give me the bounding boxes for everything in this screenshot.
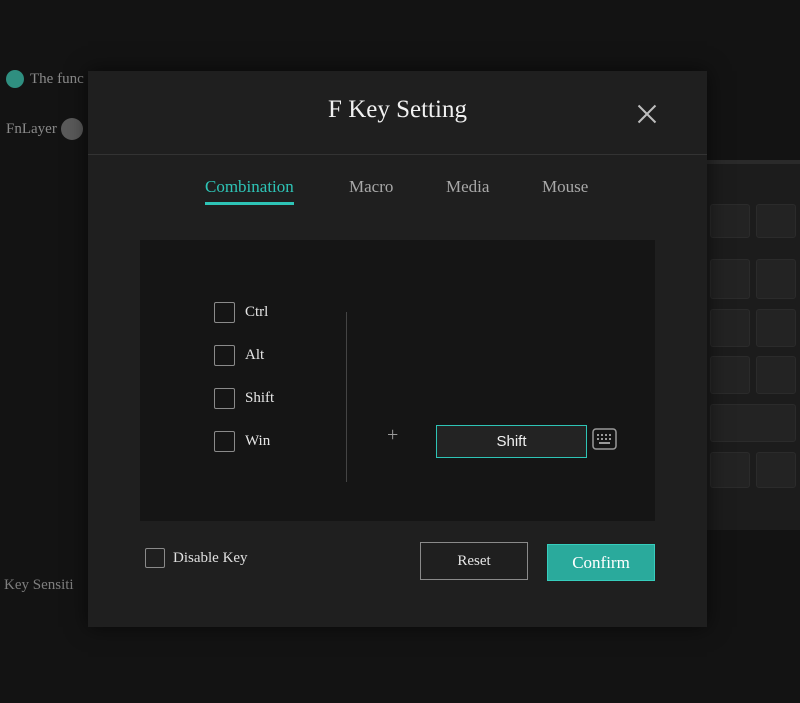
dialog-header: F Key Setting xyxy=(88,71,707,155)
function-info-text: The func xyxy=(30,70,84,87)
keyboard-key xyxy=(710,356,750,394)
disable-key-checkbox[interactable] xyxy=(145,548,165,568)
keyboard-key xyxy=(710,404,796,442)
keyboard-key xyxy=(756,309,796,347)
f-key-setting-dialog: F Key Setting Combination Macro Media Mo… xyxy=(88,71,707,627)
reset-button[interactable]: Reset xyxy=(420,542,528,580)
tab-macro[interactable]: Macro xyxy=(349,177,393,197)
key-sensitivity-label: Key Sensiti xyxy=(4,577,74,593)
panel-divider xyxy=(346,312,347,482)
disable-key-option[interactable]: Disable Key xyxy=(145,548,248,568)
key-input-field[interactable]: Shift xyxy=(436,425,587,458)
shift-checkbox[interactable] xyxy=(214,388,235,409)
ctrl-label: Ctrl xyxy=(245,304,269,320)
win-label: Win xyxy=(245,433,271,449)
modifier-shift[interactable]: Shift xyxy=(214,388,274,409)
modifier-alt[interactable]: Alt xyxy=(214,345,264,366)
modifier-ctrl[interactable]: Ctrl xyxy=(214,302,268,323)
modifier-win[interactable]: Win xyxy=(214,431,270,452)
keyboard-key xyxy=(756,259,796,299)
keyboard-key xyxy=(710,452,750,488)
plus-symbol: + xyxy=(387,424,399,446)
tab-media[interactable]: Media xyxy=(446,177,489,197)
disable-key-label: Disable Key xyxy=(173,549,248,566)
shift-label: Shift xyxy=(245,390,275,406)
fnlayer-label: FnLayer xyxy=(6,120,57,137)
fnlayer-toggle xyxy=(60,118,83,140)
ctrl-checkbox[interactable] xyxy=(214,302,235,323)
tab-bar: Combination Macro Media Mouse xyxy=(88,177,707,213)
win-checkbox[interactable] xyxy=(214,431,235,452)
keyboard-key xyxy=(756,356,796,394)
confirm-button[interactable]: Confirm xyxy=(547,544,655,581)
close-icon[interactable] xyxy=(637,104,657,124)
function-info: The func xyxy=(6,70,84,88)
tab-mouse[interactable]: Mouse xyxy=(542,177,588,197)
keyboard-key xyxy=(710,204,750,238)
keyboard-key xyxy=(756,204,796,238)
combination-panel: Ctrl Alt Shift Win + Shift xyxy=(140,240,655,521)
dialog-title: F Key Setting xyxy=(328,95,467,123)
fnlayer-setting: FnLayer xyxy=(6,118,83,140)
keyboard-icon[interactable] xyxy=(592,428,617,450)
keyboard-preview xyxy=(706,160,800,530)
keyboard-key xyxy=(710,259,750,299)
alt-label: Alt xyxy=(245,347,265,363)
keyboard-key xyxy=(710,309,750,347)
tab-combination[interactable]: Combination xyxy=(205,177,294,205)
keyboard-key xyxy=(756,452,796,488)
status-dot-icon xyxy=(6,70,24,88)
alt-checkbox[interactable] xyxy=(214,345,235,366)
